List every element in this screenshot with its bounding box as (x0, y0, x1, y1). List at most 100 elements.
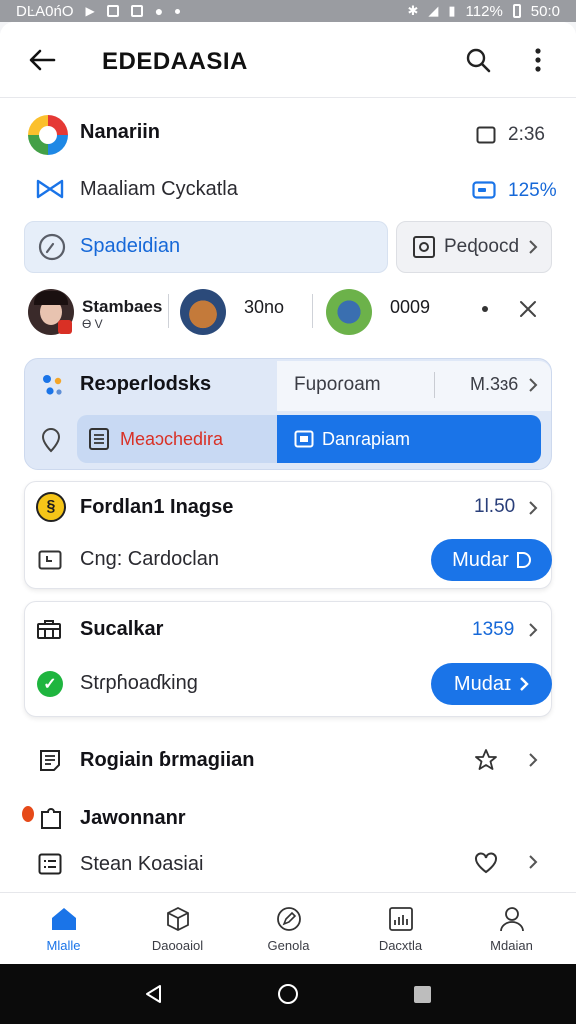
list-note-icon (40, 750, 60, 771)
divider (312, 294, 313, 328)
avatar-badge (58, 320, 72, 334)
people-icon (43, 375, 62, 395)
red-dot-icon (22, 806, 34, 822)
avatar-character-3[interactable] (326, 289, 372, 335)
chevron-right-icon (520, 677, 529, 691)
section-fordlan-title: Fordlan1 Inagse (80, 496, 234, 518)
status-bar: DĿA0ńO ▶ ● ✱ ◢ ▮ 112% 50:0 (0, 0, 576, 22)
peodocd-label: Peɖoocd (444, 236, 520, 257)
chart-icon (388, 906, 413, 931)
nav-box-label: Daooaiol (151, 937, 204, 953)
box-icon (166, 906, 189, 931)
play-icon: ▶ (85, 4, 95, 18)
section-sucalkar-title: Sucalkar (80, 618, 164, 640)
check-circle-icon: ✓ (37, 671, 63, 697)
back-arrow-icon[interactable] (28, 48, 56, 72)
people-number-3: 0009 (390, 297, 431, 317)
section-fordlan-value: 1l.50 (474, 496, 516, 517)
chevron-right-icon (529, 240, 538, 254)
avatar-character-2[interactable] (180, 289, 226, 335)
home-icon (51, 907, 76, 930)
wifi-icon: ◢ (428, 3, 439, 18)
tab-bottom-left-label: Meaɔchedira (120, 429, 224, 449)
stambaes-sub: Ɵ V (82, 317, 103, 331)
chevron-right-icon (529, 623, 538, 637)
clock-icon (38, 233, 66, 261)
status-time-right: 50:0 (530, 2, 560, 20)
stambaes-name: Stambaes (82, 297, 163, 316)
nav-box[interactable]: Daooaiol (120, 893, 235, 965)
row-nanariin-value: 2:36 (508, 124, 545, 145)
play-outline-icon (516, 552, 531, 568)
nav-edit-label: Genola (267, 937, 310, 953)
star-icon[interactable] (474, 748, 498, 772)
clock-box-icon (38, 550, 62, 570)
section-sucalkar-sub: Stɾpɦoaɗking (80, 672, 198, 694)
bowtie-icon (36, 179, 64, 199)
nav-edit[interactable]: Genola (231, 893, 346, 965)
battery-card-icon (472, 181, 496, 199)
nav-profile[interactable]: Mdaian (454, 893, 569, 965)
home-circle-icon[interactable] (277, 983, 299, 1005)
back-triangle-icon[interactable] (144, 984, 164, 1004)
clipboard-icon (89, 428, 109, 450)
puzzle-icon (41, 808, 61, 829)
mudar-button-1[interactable]: Mudar (431, 539, 552, 581)
nav-stats-label: Dacxtla (378, 937, 423, 953)
person-icon (499, 906, 524, 931)
row-nanariin-label: Nanariin (80, 121, 161, 143)
spadeidian-label: Spadeidian (80, 235, 181, 257)
recents-square-icon[interactable] (414, 986, 431, 1003)
battery-icon (512, 4, 521, 18)
close-icon[interactable] (518, 299, 538, 319)
briefcase-icon (37, 620, 61, 639)
row-maaliam-value: 125% (508, 180, 557, 201)
signal-icon: ▮ (448, 3, 456, 18)
list-item-label: Rogiain ɓrmagiian (80, 749, 255, 771)
chevron-right-icon (529, 378, 538, 392)
frame-icon (413, 236, 435, 258)
section-fordlan-sub: Cng: Cardoclan (80, 548, 219, 570)
bluetooth-icon: ✱ (407, 3, 419, 18)
tab-bottom-right-label: Danɾapiam (322, 429, 411, 449)
page-title: EDEDAASIA (102, 48, 248, 75)
list-icon (38, 853, 62, 875)
tab-top-value: M.3ɜ6 (470, 374, 519, 394)
divider (168, 294, 169, 328)
mudar-button-1-label: Mudar (452, 548, 509, 571)
section-sucalkar-value: 1359 (472, 619, 515, 640)
location-pin-icon (41, 427, 61, 453)
tab-top-right-label: Fupoɾoam (294, 374, 381, 395)
system-navigation-bar (0, 964, 576, 1024)
status-time-left: DĿA0ńO (16, 2, 74, 20)
nav-stats[interactable]: Dacxtla (343, 893, 458, 965)
tab-top-left-label: Reɔpeɾlodsks (80, 373, 212, 395)
list-item-label[interactable]: Jawonnanr (80, 807, 186, 830)
nav-home-label: Mlalle (46, 937, 81, 953)
row-maaliam[interactable]: Maaliam Cyckatla (80, 178, 238, 201)
nav-profile-label: Mdaian (490, 937, 533, 953)
more-vert-icon[interactable] (530, 46, 546, 74)
people-number-2: 30no (244, 297, 285, 317)
app-logo-icon (28, 115, 68, 155)
notification-icon (106, 5, 119, 17)
row-maaliam-label: Maaliam Cyckatla (80, 178, 238, 200)
image-icon (130, 5, 143, 17)
coin-icon: § (36, 492, 66, 522)
mudar-button-2-label: Mudaɪ (453, 672, 512, 695)
battery-text: 112% (465, 2, 503, 20)
heart-icon[interactable] (474, 852, 498, 874)
sync-icon: ● (154, 3, 164, 19)
bottom-navigation: Mlalle Daooaiol Genola Dacxtla Mdaian (0, 892, 576, 964)
chevron-right-icon (529, 501, 538, 515)
dot-icon (175, 8, 181, 14)
dot-icon (482, 306, 488, 312)
nav-home[interactable]: Mlalle (6, 893, 121, 965)
list-item-label[interactable]: Stean Koasiai (80, 853, 203, 876)
app-bar: EDEDAASIA (0, 22, 576, 98)
chevron-right-icon (529, 855, 538, 869)
spadeidian-pill[interactable] (24, 221, 388, 273)
mudar-button-2[interactable]: Mudaɪ (431, 663, 552, 705)
search-icon[interactable] (464, 46, 492, 74)
row-nanariin[interactable]: Nanariin (80, 121, 160, 144)
